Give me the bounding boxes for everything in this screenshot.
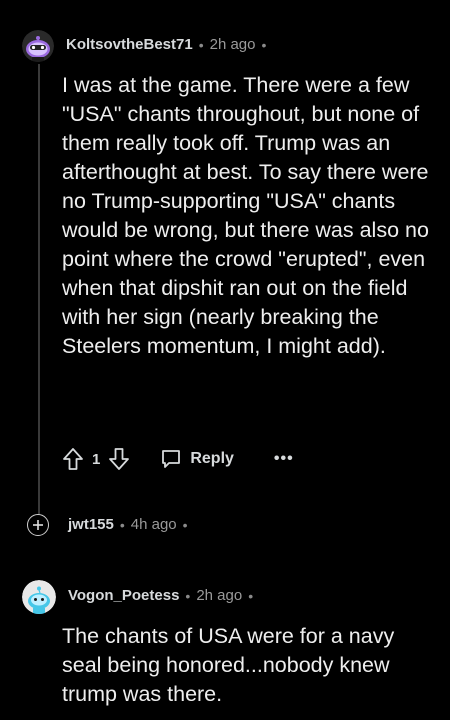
separator-dot: •: [198, 36, 204, 53]
downvote-button[interactable]: [108, 447, 130, 471]
comment-actions: 1 Reply •••: [62, 444, 294, 474]
separator-dot: •: [248, 587, 254, 604]
upvote-button[interactable]: [62, 447, 84, 471]
snoo-avatar-icon: [22, 30, 54, 62]
plus-icon: [33, 520, 43, 530]
snoo-avatar-icon: [22, 580, 56, 614]
separator-dot: •: [185, 587, 191, 604]
comment-header: jwt155 • 4h ago •: [68, 516, 188, 533]
timestamp: 2h ago: [209, 36, 256, 53]
username[interactable]: Vogon_Poetess: [68, 587, 179, 604]
separator-dot: •: [182, 516, 188, 533]
more-options-button[interactable]: •••: [274, 450, 294, 468]
comment-body: The chants of USA were for a navy seal b…: [62, 624, 395, 706]
user-avatar-koltsovthebest71[interactable]: [22, 30, 54, 62]
timestamp: 2h ago: [196, 587, 243, 604]
user-avatar-vogon-poetess[interactable]: [22, 580, 56, 614]
arrow-down-icon: [109, 448, 130, 470]
separator-dot: •: [119, 516, 125, 533]
speech-bubble-icon: [162, 450, 181, 468]
arrow-up-icon: [63, 448, 83, 470]
comment-header: Vogon_Poetess • 2h ago •: [68, 587, 253, 604]
username[interactable]: KoltsovtheBest71: [66, 36, 193, 53]
comment-body: I was at the game. There were a few "USA…: [62, 73, 429, 358]
timestamp: 4h ago: [130, 516, 177, 533]
username[interactable]: jwt155: [68, 516, 114, 533]
thread-line: [38, 64, 40, 532]
comment-header: KoltsovtheBest71 • 2h ago •: [66, 36, 266, 53]
separator-dot: •: [261, 36, 267, 53]
expand-thread-button[interactable]: [27, 514, 49, 536]
vote-count: 1: [92, 450, 101, 468]
reply-button[interactable]: Reply: [160, 448, 234, 470]
reply-label: Reply: [190, 450, 234, 467]
